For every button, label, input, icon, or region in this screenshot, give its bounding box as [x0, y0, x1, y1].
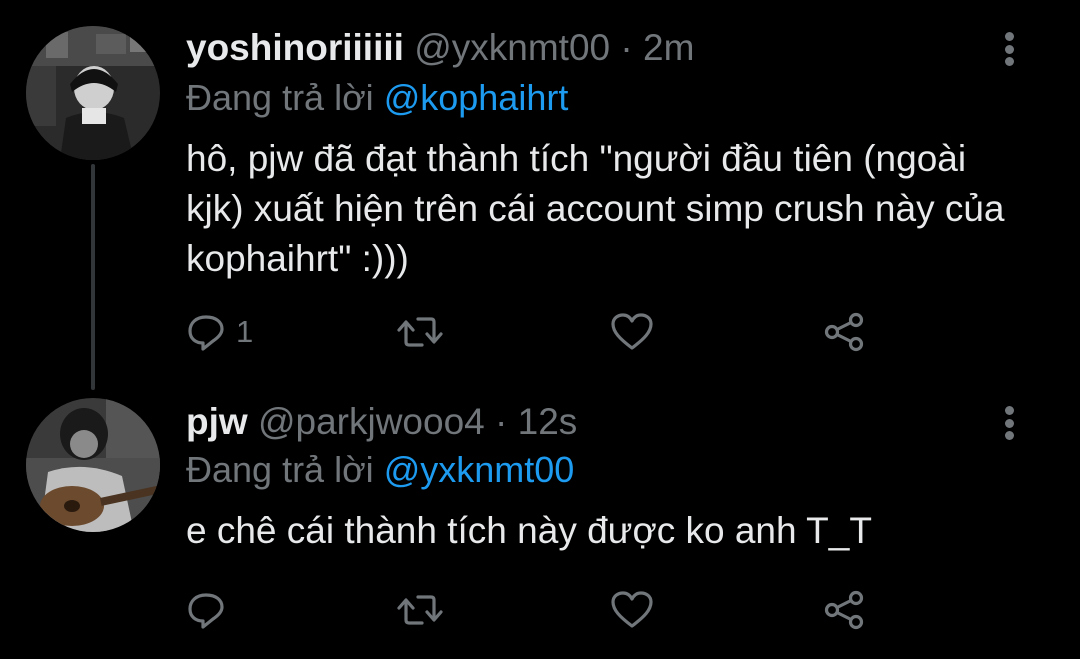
reply-count: 1 [236, 314, 254, 349]
avatar-photo [26, 26, 160, 160]
retweet-icon [397, 595, 443, 625]
tweet[interactable]: pjw @parkjwooo4 · 12s Đang trả lời @yxkn… [0, 378, 1080, 659]
share-button[interactable] [822, 310, 866, 354]
tweet-text: e chê cái thành tích này được ko anh T_T [186, 510, 872, 551]
replying-to: Đang trả lời @kophaihrt [186, 76, 568, 120]
avatar[interactable] [26, 398, 160, 532]
share-icon [824, 590, 864, 630]
display-name[interactable]: pjw [186, 401, 248, 442]
retweet-icon [397, 317, 443, 347]
replying-label: Đang trả lời [186, 77, 384, 118]
replying-mention[interactable]: @kophaihrt [384, 77, 569, 118]
reply-icon [188, 593, 224, 629]
timestamp: · 2m [610, 27, 695, 68]
like-icon [611, 313, 653, 350]
tweet-header: yoshinoriiiiii @yxknmt00 · 2m [186, 26, 694, 70]
replying-mention[interactable]: @yxknmt00 [384, 449, 575, 490]
reply-icon [188, 315, 224, 351]
replying-to: Đang trả lời @yxknmt00 [186, 448, 574, 492]
like-button[interactable] [610, 310, 654, 354]
handle[interactable]: @parkjwooo4 [258, 401, 485, 442]
timestamp: · 12s [484, 401, 578, 442]
tweet-text: hô, pjw đã đạt thành tích "người đầu tiê… [186, 138, 1005, 279]
more-options-button[interactable] [994, 26, 1024, 72]
avatar-photo [26, 398, 160, 532]
more-vertical-icon-dot [1004, 431, 1014, 440]
more-vertical-icon [1004, 32, 1014, 41]
reply-button[interactable] [186, 588, 236, 632]
avatar[interactable] [26, 26, 160, 160]
retweet-button[interactable] [396, 310, 444, 354]
more-vertical-icon-dot [1004, 44, 1014, 54]
replying-label: Đang trả lời [186, 449, 384, 490]
reply-button[interactable]: 1 [186, 310, 253, 354]
display-name[interactable]: yoshinoriiiiii [186, 27, 404, 68]
more-options-button[interactable] [994, 400, 1024, 446]
thread-line [91, 164, 95, 390]
tweet[interactable]: yoshinoriiiiii @yxknmt00 · 2m Đang trả l… [0, 0, 1080, 390]
share-icon [824, 312, 864, 352]
share-button[interactable] [822, 588, 866, 632]
like-icon [611, 591, 653, 628]
more-vertical-icon-dot [1004, 418, 1014, 428]
retweet-button[interactable] [396, 588, 444, 632]
tweet-header: pjw @parkjwooo4 · 12s [186, 400, 577, 444]
more-vertical-icon [1004, 406, 1014, 415]
more-vertical-icon-dot [1004, 57, 1014, 66]
like-button[interactable] [610, 588, 654, 632]
handle[interactable]: @yxknmt00 [414, 27, 610, 68]
